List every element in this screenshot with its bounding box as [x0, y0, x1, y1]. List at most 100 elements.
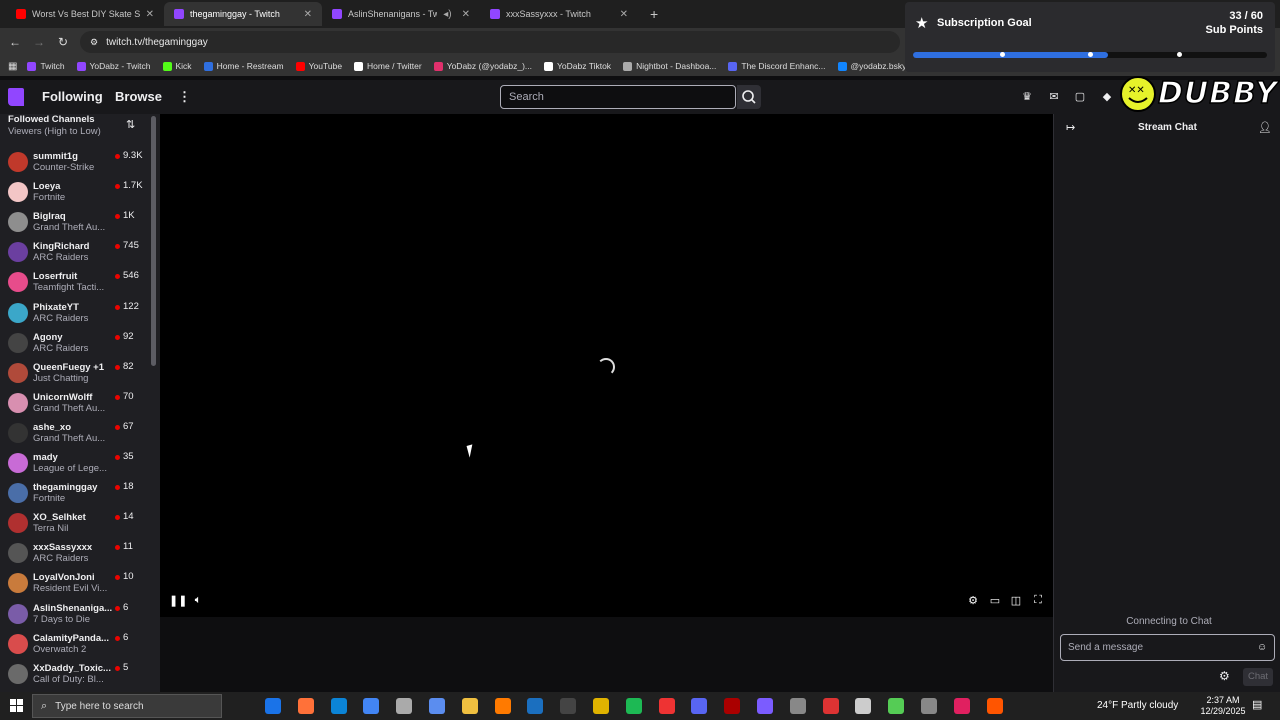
viewer-count: 1.7K	[123, 180, 143, 192]
viewer-count: 67	[123, 420, 134, 432]
bookmark-item[interactable]: Nightbot - Dashboa...	[623, 61, 716, 71]
browser-tab[interactable]: xxxSassyxxx - Twitch ✕	[480, 2, 638, 26]
bits-icon[interactable]: ◆	[1100, 90, 1114, 104]
back-icon[interactable]: ←	[3, 35, 27, 49]
prime-crown-icon[interactable]: ♛	[1020, 90, 1034, 104]
new-tab-button[interactable]: +	[640, 2, 664, 26]
windows-start-icon[interactable]	[10, 699, 23, 712]
taskbar-app-icon[interactable]	[396, 698, 413, 714]
chat-message-input[interactable]: Send a message	[1060, 634, 1275, 661]
bookmark-item[interactable]: Home - Restream	[203, 61, 284, 71]
browser-tab[interactable]: Worst Vs Best DIY Skate Spots ✕	[6, 2, 164, 26]
chat-settings-icon[interactable]: ⚙	[1219, 669, 1230, 683]
followed-channel-item[interactable]: AslinShenaniga... 7 Days to Die 6	[0, 600, 150, 630]
forward-icon[interactable]: →	[27, 35, 51, 49]
taskbar-app-icon[interactable]	[593, 698, 609, 714]
taskbar-app-icon[interactable]	[757, 698, 773, 714]
bookmark-item[interactable]: Home / Twitter	[354, 61, 422, 71]
taskbar-app-icon[interactable]	[429, 698, 445, 714]
search-button[interactable]	[737, 85, 761, 109]
nav-following[interactable]: Following	[42, 89, 103, 104]
whispers-icon[interactable]: ▢	[1073, 90, 1087, 104]
taskbar-app-icon[interactable]	[363, 698, 380, 714]
chat-send-button[interactable]: Chat	[1243, 668, 1273, 686]
followed-channel-item[interactable]: XxDaddy_Toxic... Call of Duty: Bl... 5	[0, 660, 150, 690]
taskbar-app-icon[interactable]	[658, 698, 675, 714]
followed-channel-item[interactable]: Loeya Fortnite 1.7K	[0, 178, 150, 208]
twitch-logo-icon[interactable]	[8, 88, 24, 106]
speaker-icon[interactable]: ◂)	[443, 9, 451, 20]
followed-channel-item[interactable]: Biglraq Grand Theft Au... 1K	[0, 208, 150, 238]
taskbar-app-icon[interactable]	[560, 698, 577, 714]
apps-grid-icon[interactable]: ▦	[8, 61, 17, 72]
community-icon[interactable]: 👤︎	[1258, 121, 1272, 134]
taskbar-app-icon[interactable]	[265, 698, 281, 714]
browser-tab[interactable]: AslinShenanigans - Twitch ◂) ✕	[322, 2, 480, 26]
bookmark-item[interactable]: Kick	[162, 61, 192, 71]
bookmark-item[interactable]: Twitch	[27, 61, 65, 71]
taskbar-app-icon[interactable]	[789, 698, 806, 714]
bookmark-favicon-icon	[295, 61, 305, 71]
followed-channel-item[interactable]: CalamityPanda... Overwatch 2 6	[0, 630, 150, 660]
search-input[interactable]: Search	[500, 85, 736, 109]
settings-gear-icon[interactable]: ⚙	[966, 594, 980, 608]
theatre-mode-icon[interactable]: ▭	[988, 594, 1002, 608]
followed-channel-item[interactable]: LoyalVonJoni Resident Evil Vi... 10	[0, 569, 150, 599]
bookmark-item[interactable]: The Discord Enhanc...	[728, 61, 826, 71]
bookmark-item[interactable]: YouTube	[295, 61, 342, 71]
followed-channel-item[interactable]: mady League of Lege... 35	[0, 449, 150, 479]
volume-icon[interactable]: 🔈︎	[191, 594, 205, 608]
close-icon[interactable]: ✕	[462, 9, 470, 20]
followed-channel-item[interactable]: thegaminggay Fortnite 18	[0, 479, 150, 509]
followed-channel-item[interactable]: PhixateYT ARC Raiders 122	[0, 299, 150, 329]
taskbar-app-icon[interactable]	[461, 698, 478, 714]
followed-channel-item[interactable]: KingRichard ARC Raiders 745	[0, 238, 150, 268]
notification-icon[interactable]: ▤	[1252, 698, 1262, 711]
fullscreen-icon[interactable]: ⛶	[1031, 594, 1045, 608]
bookmark-item[interactable]: YoDabz - Twitch	[76, 61, 151, 71]
taskbar-search[interactable]: ⌕ Type here to search	[32, 694, 222, 718]
browser-tab-active[interactable]: thegaminggay - Twitch ✕	[164, 2, 322, 26]
reload-icon[interactable]: ↻	[51, 35, 75, 49]
weather-widget[interactable]: 24°F Partly cloudy	[1097, 700, 1178, 711]
taskbar-app-icon[interactable]	[724, 698, 741, 714]
taskbar-app-icon[interactable]	[494, 698, 511, 714]
sub-goal-milestone-marker	[1088, 52, 1093, 57]
bookmark-item[interactable]: YoDabz (@yodabz_)...	[433, 61, 532, 71]
sort-toggle-icon[interactable]: ⇅	[126, 118, 135, 131]
followed-channel-item[interactable]: XO_Selhket Terra Nil 14	[0, 509, 150, 539]
followed-channel-item[interactable]: UnicornWolff Grand Theft Au... 70	[0, 389, 150, 419]
pause-icon[interactable]: ❚❚	[169, 594, 187, 608]
system-clock[interactable]: 2:37 AM 12/29/2025	[1200, 695, 1246, 717]
taskbar-app-icon[interactable]	[986, 698, 1003, 714]
followed-channel-item[interactable]: summit1g Counter-Strike 9.3K	[0, 148, 150, 178]
emote-picker-icon[interactable]: ☺	[1257, 642, 1267, 653]
site-info-icon[interactable]: ⚙	[90, 37, 98, 48]
followed-channel-item[interactable]: Loserfruit Teamfight Tacti... 546	[0, 268, 150, 298]
nav-browse[interactable]: Browse	[115, 89, 162, 104]
followed-channel-item[interactable]: Agony ARC Raiders 92	[0, 329, 150, 359]
taskbar-app-icon[interactable]	[330, 698, 347, 714]
side-by-side-icon[interactable]: ◫	[1009, 594, 1023, 608]
taskbar-app-icon[interactable]	[297, 698, 314, 714]
sub-goal-milestone-marker	[999, 52, 1005, 57]
followed-channel-item[interactable]: xxxSassyxxx ARC Raiders 11	[0, 539, 150, 569]
taskbar-app-icon[interactable]	[822, 698, 839, 714]
taskbar-app-icon[interactable]	[855, 698, 872, 714]
taskbar-app-icon[interactable]	[953, 698, 970, 714]
followed-channel-item[interactable]: ashe_xo Grand Theft Au... 67	[0, 419, 150, 449]
taskbar-app-icon[interactable]	[888, 698, 905, 714]
taskbar-app-icon[interactable]	[625, 698, 642, 714]
close-icon[interactable]: ✕	[620, 9, 628, 20]
inbox-icon[interactable]: ✉	[1047, 90, 1061, 104]
sidebar-scrollbar[interactable]	[151, 116, 156, 366]
url-field[interactable]: ⚙ twitch.tv/thegaminggay	[80, 31, 900, 53]
taskbar-app-icon[interactable]	[527, 698, 544, 714]
taskbar-app-icon[interactable]	[691, 698, 708, 714]
more-menu-icon[interactable]: ⋮	[178, 89, 191, 105]
taskbar-app-icon[interactable]	[921, 698, 937, 714]
bookmark-item[interactable]: YoDabz Tiktok	[544, 61, 611, 71]
close-icon[interactable]: ✕	[146, 9, 154, 20]
close-icon[interactable]: ✕	[304, 9, 312, 20]
followed-channel-item[interactable]: QueenFuegy +1 Just Chatting 82	[0, 359, 150, 389]
